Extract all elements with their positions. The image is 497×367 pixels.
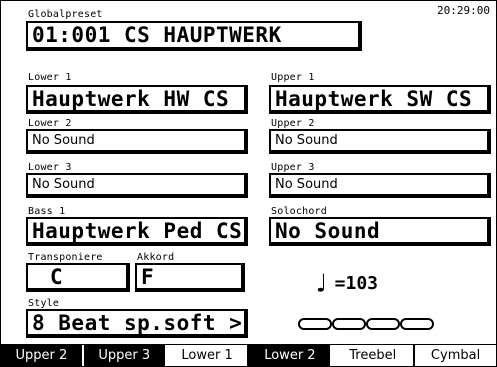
tab-treebel[interactable]: Treebel xyxy=(332,345,416,366)
upper3-field[interactable]: No Sound xyxy=(269,173,491,198)
variation-indicator-3[interactable] xyxy=(366,318,400,330)
bass1-field[interactable]: Hauptwerk Ped CS xyxy=(26,217,248,246)
tab-upper-2[interactable]: Upper 2 xyxy=(1,345,84,366)
transpose-label: Transponiere xyxy=(28,252,103,263)
upper2-field[interactable]: No Sound xyxy=(269,129,491,154)
organ-display-screen: 20:29:00 Globalpreset 01:001 CS HAUPTWER… xyxy=(0,0,497,367)
solochord-field[interactable]: No Sound xyxy=(269,217,491,246)
upper1-label: Upper 1 xyxy=(271,72,315,83)
tab-lower-2[interactable]: Lower 2 xyxy=(249,345,333,366)
lower1-label: Lower 1 xyxy=(28,72,72,83)
transpose-field[interactable]: C xyxy=(26,263,130,292)
tab-upper-3[interactable]: Upper 3 xyxy=(83,345,167,366)
lower3-label: Lower 3 xyxy=(28,162,72,173)
globalpreset-field[interactable]: 01:001 CS HAUPTWERK xyxy=(26,21,362,51)
variation-indicator-1[interactable] xyxy=(298,318,332,330)
variation-indicator-4[interactable] xyxy=(400,318,434,330)
tab-cymbal[interactable]: Cymbal xyxy=(415,345,497,366)
style-label: Style xyxy=(28,298,60,309)
tab-lower-1[interactable]: Lower 1 xyxy=(166,345,250,366)
upper2-label: Upper 2 xyxy=(271,118,315,129)
tempo-value: =103 xyxy=(334,273,379,294)
upper3-label: Upper 3 xyxy=(271,162,315,173)
lower1-field[interactable]: Hauptwerk HW CS xyxy=(26,85,248,114)
lower2-label: Lower 2 xyxy=(28,118,72,129)
variation-indicator-2[interactable] xyxy=(332,318,366,330)
clock: 20:29:00 xyxy=(437,4,490,17)
bass1-label: Bass 1 xyxy=(28,206,66,217)
solochord-label: Solochord xyxy=(271,206,327,217)
lower3-field[interactable]: No Sound xyxy=(26,173,248,198)
lower2-field[interactable]: No Sound xyxy=(26,129,248,154)
style-field[interactable]: 8 Beat sp.soft > xyxy=(26,309,248,338)
globalpreset-label: Globalpreset xyxy=(28,9,103,20)
bottom-tab-bar: Upper 2 Upper 3 Lower 1 Lower 2 Treebel … xyxy=(1,344,497,366)
upper1-field[interactable]: Hauptwerk SW CS xyxy=(269,85,491,114)
tempo-display[interactable]: ♩ =103 xyxy=(313,268,379,299)
chord-label: Akkord xyxy=(137,252,175,263)
chord-field[interactable]: F xyxy=(135,263,245,292)
quarter-note-icon: ♩ xyxy=(313,268,329,299)
